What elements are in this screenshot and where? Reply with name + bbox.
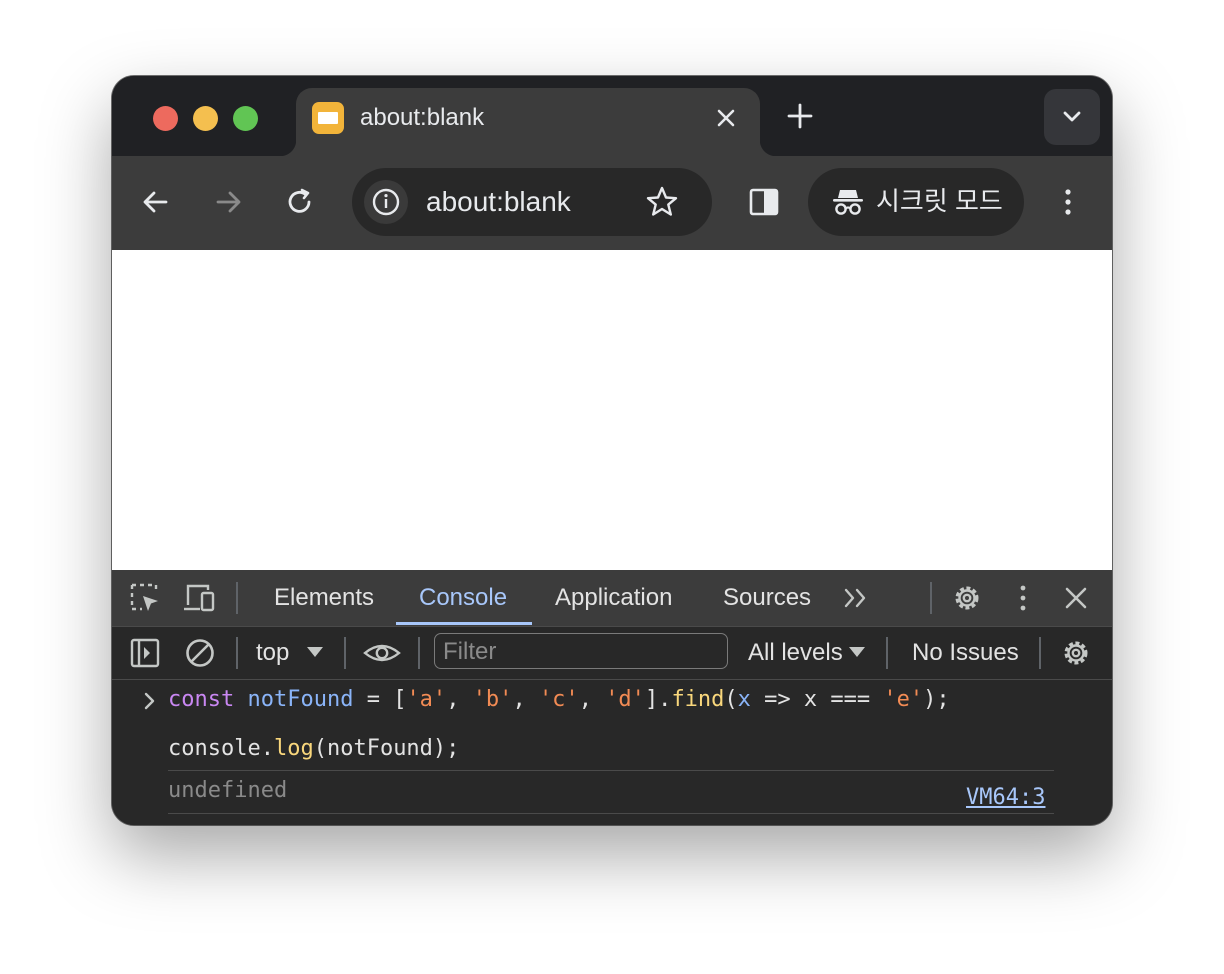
context-selector-label: top xyxy=(256,639,290,666)
navigation-toolbar: about:blank 시크릿 모드 xyxy=(112,156,1112,250)
chevron-down-icon xyxy=(1063,111,1081,122)
code-function: find xyxy=(671,687,725,712)
clear-console-icon[interactable] xyxy=(183,636,217,670)
site-info-button[interactable] xyxy=(364,180,408,224)
reload-icon[interactable] xyxy=(282,184,318,220)
code-string: 'd' xyxy=(605,687,645,712)
code-punct: , xyxy=(578,687,606,712)
code-string: 'e' xyxy=(883,687,924,712)
tab-elements[interactable]: Elements xyxy=(274,584,374,612)
dropdown-triangle-icon xyxy=(849,647,865,657)
toolbar-divider xyxy=(930,582,932,614)
incognito-icon xyxy=(833,190,863,215)
tab-search-button[interactable] xyxy=(1044,89,1100,145)
console-input-line: const notFound = ['a', 'b', 'c', 'd'].fi… xyxy=(168,686,950,714)
incognito-label: 시크릿 모드 xyxy=(876,186,1003,216)
code-string: 'c' xyxy=(538,687,579,712)
log-levels-dropdown[interactable]: All levels xyxy=(748,627,868,679)
context-selector[interactable]: top xyxy=(256,627,332,679)
console-divider xyxy=(168,813,1054,814)
console-toolbar: top Filter All levels No Issues xyxy=(112,627,1112,680)
toolbar-divider xyxy=(344,637,346,669)
more-menu-icon[interactable] xyxy=(1050,184,1086,220)
page-content[interactable] xyxy=(112,250,1112,570)
close-window-button[interactable] xyxy=(153,106,178,131)
forward-arrow-icon[interactable] xyxy=(210,184,246,220)
browser-window: about:blank about:blank 시크릿 모드 Elements … xyxy=(112,76,1112,825)
console-divider xyxy=(168,770,1054,771)
code-punct: ]. xyxy=(644,687,672,712)
code-arguments: (notFound); xyxy=(313,736,460,761)
devtools-tabbar: Elements Console Application Sources xyxy=(112,570,1112,627)
console-input-line: console.log(notFound); xyxy=(168,735,459,763)
close-tab-icon[interactable] xyxy=(712,104,740,132)
tab-strip: about:blank xyxy=(112,76,1112,156)
code-keyword: const xyxy=(168,687,235,712)
zoom-window-button[interactable] xyxy=(233,106,258,131)
devtools-panel: Elements Console Application Sources top… xyxy=(112,570,1112,825)
tab-application[interactable]: Application xyxy=(555,584,672,612)
code-operator: = [ xyxy=(353,687,407,712)
code-variable: notFound xyxy=(247,687,354,712)
more-tabs-chevron-icon[interactable] xyxy=(840,581,874,615)
toolbar-divider xyxy=(418,637,420,669)
input-prompt-chevron-icon xyxy=(144,692,155,710)
code-function: log xyxy=(273,736,314,761)
url-text[interactable]: about:blank xyxy=(426,186,571,218)
info-icon xyxy=(372,188,400,216)
inspect-element-icon[interactable] xyxy=(128,581,162,615)
console-output[interactable]: const notFound = ['a', 'b', 'c', 'd'].fi… xyxy=(112,680,1112,825)
page-favicon-icon xyxy=(312,102,344,134)
toolbar-divider xyxy=(236,582,238,614)
source-location-link[interactable]: VM64:3 xyxy=(966,784,1045,812)
log-levels-label: All levels xyxy=(748,639,843,666)
tab-console[interactable]: Console xyxy=(419,584,507,612)
back-arrow-icon[interactable] xyxy=(138,184,174,220)
address-bar[interactable]: about:blank xyxy=(352,168,712,236)
code-string: 'a' xyxy=(406,687,447,712)
toolbar-divider xyxy=(1039,637,1041,669)
console-filter-input[interactable]: Filter xyxy=(434,633,728,669)
filter-placeholder: Filter xyxy=(443,638,497,665)
close-devtools-icon[interactable] xyxy=(1059,581,1093,615)
code-object: console. xyxy=(168,736,274,761)
code-punct: , xyxy=(446,687,473,712)
settings-gear-icon[interactable] xyxy=(950,581,984,615)
console-settings-gear-icon[interactable] xyxy=(1059,636,1093,670)
code-operator: => x === xyxy=(750,687,884,712)
incognito-badge[interactable]: 시크릿 모드 xyxy=(808,168,1024,236)
new-tab-icon[interactable] xyxy=(784,100,816,132)
code-punct: ); xyxy=(923,687,950,712)
issues-counter[interactable]: No Issues xyxy=(912,639,1019,667)
sidebar-toggle-icon[interactable] xyxy=(128,636,162,670)
side-panel-icon[interactable] xyxy=(746,184,782,220)
dropdown-triangle-icon xyxy=(307,647,323,657)
toolbar-divider xyxy=(236,637,238,669)
code-punct: ( xyxy=(724,687,738,712)
toolbar-divider xyxy=(886,637,888,669)
minimize-window-button[interactable] xyxy=(193,106,218,131)
live-expression-eye-icon[interactable] xyxy=(363,636,401,670)
bookmark-star-icon[interactable] xyxy=(644,184,680,220)
tab-about-blank[interactable]: about:blank xyxy=(280,88,776,156)
device-toolbar-icon[interactable] xyxy=(182,581,216,615)
active-tab-indicator xyxy=(396,622,532,625)
code-parameter: x xyxy=(737,687,751,712)
code-punct: , xyxy=(512,687,539,712)
code-string: 'b' xyxy=(472,687,513,712)
devtools-menu-icon[interactable] xyxy=(1006,581,1040,615)
tab-sources[interactable]: Sources xyxy=(723,584,811,612)
console-output-value: undefined xyxy=(168,778,288,803)
tab-title: about:blank xyxy=(360,104,485,131)
